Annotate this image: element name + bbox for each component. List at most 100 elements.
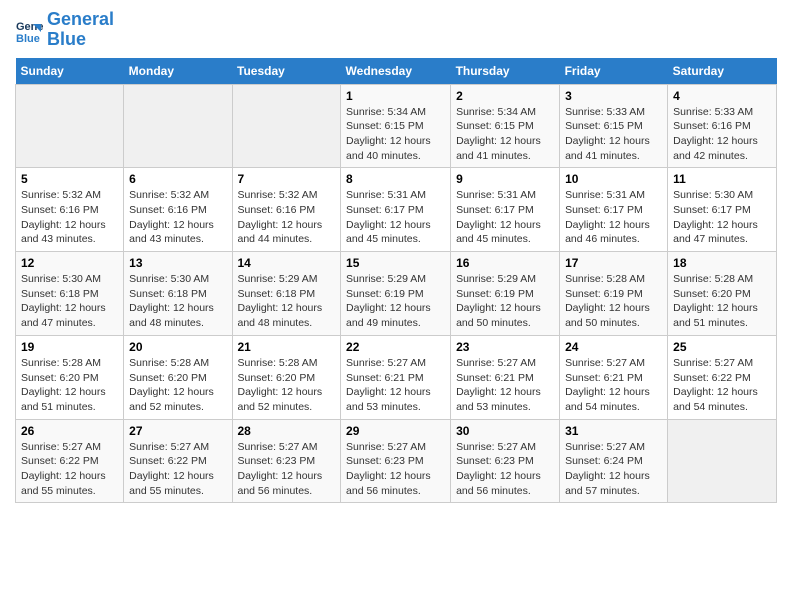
day-number: 7 <box>238 172 336 186</box>
calendar-cell: 2 Sunrise: 5:34 AM Sunset: 6:15 PM Daylig… <box>451 84 560 168</box>
calendar-cell: 14Sunrise: 5:29 AM Sunset: 6:18 PM Dayli… <box>232 252 341 336</box>
weekday-header-saturday: Saturday <box>668 58 777 85</box>
calendar-header: SundayMondayTuesdayWednesdayThursdayFrid… <box>16 58 777 85</box>
calendar-cell: 21 Sunrise: 5:28 AM Sunset: 6:20 PM Dayli… <box>232 335 341 419</box>
day-number: 30 <box>456 424 554 438</box>
day-info: Sunrise: 5:28 AM Sunset: 6:20 PM Dayligh… <box>129 356 226 415</box>
day-info: Sunrise: 5:27 AM Sunset: 6:21 PM Dayligh… <box>346 356 445 415</box>
day-number: 16 <box>456 256 554 270</box>
day-info: Sunrise: 5:31 AM Sunset: 6:17 PM Dayligh… <box>565 188 662 247</box>
calendar-cell: 10Sunrise: 5:31 AM Sunset: 6:17 PM Dayli… <box>560 168 668 252</box>
calendar-cell: 28 Sunrise: 5:27 AM Sunset: 6:23 PM Dayli… <box>232 419 341 503</box>
calendar-week-1: 1 Sunrise: 5:34 AM Sunset: 6:15 PM Daylig… <box>16 84 777 168</box>
calendar-week-3: 12 Sunrise: 5:30 AM Sunset: 6:18 PM Dayli… <box>16 252 777 336</box>
day-number: 22 <box>346 340 445 354</box>
day-info: Sunrise: 5:27 AM Sunset: 6:22 PM Dayligh… <box>21 440 118 499</box>
weekday-header-friday: Friday <box>560 58 668 85</box>
calendar-cell: 8 Sunrise: 5:31 AM Sunset: 6:17 PM Daylig… <box>341 168 451 252</box>
calendar-cell: 30Sunrise: 5:27 AM Sunset: 6:23 PM Dayli… <box>451 419 560 503</box>
day-info: Sunrise: 5:27 AM Sunset: 6:23 PM Dayligh… <box>238 440 336 499</box>
day-info: Sunrise: 5:28 AM Sunset: 6:20 PM Dayligh… <box>238 356 336 415</box>
calendar-week-2: 5 Sunrise: 5:32 AM Sunset: 6:16 PM Daylig… <box>16 168 777 252</box>
day-number: 2 <box>456 89 554 103</box>
day-number: 5 <box>21 172 118 186</box>
calendar-week-4: 19 Sunrise: 5:28 AM Sunset: 6:20 PM Dayli… <box>16 335 777 419</box>
calendar-cell: 5 Sunrise: 5:32 AM Sunset: 6:16 PM Daylig… <box>16 168 124 252</box>
logo: General Blue GeneralBlue <box>15 10 114 50</box>
day-number: 4 <box>673 89 771 103</box>
calendar-cell: 24 Sunrise: 5:27 AM Sunset: 6:21 PM Dayli… <box>560 335 668 419</box>
calendar-cell: 15 Sunrise: 5:29 AM Sunset: 6:19 PM Dayli… <box>341 252 451 336</box>
day-number: 19 <box>21 340 118 354</box>
weekday-header-thursday: Thursday <box>451 58 560 85</box>
day-info: Sunrise: 5:28 AM Sunset: 6:20 PM Dayligh… <box>21 356 118 415</box>
day-number: 31 <box>565 424 662 438</box>
day-number: 8 <box>346 172 445 186</box>
day-number: 13 <box>129 256 226 270</box>
day-number: 14 <box>238 256 336 270</box>
day-number: 18 <box>673 256 771 270</box>
calendar-cell: 23 Sunrise: 5:27 AM Sunset: 6:21 PM Dayli… <box>451 335 560 419</box>
day-number: 3 <box>565 89 662 103</box>
day-info: Sunrise: 5:30 AM Sunset: 6:18 PM Dayligh… <box>21 272 118 331</box>
calendar-cell: 1Sunrise: 5:34 AM Sunset: 6:15 PM Daylig… <box>341 84 451 168</box>
day-number: 29 <box>346 424 445 438</box>
calendar-cell: 29 Sunrise: 5:27 AM Sunset: 6:23 PM Dayli… <box>341 419 451 503</box>
svg-text:Blue: Blue <box>16 33 40 44</box>
calendar-cell: 13 Sunrise: 5:30 AM Sunset: 6:18 PM Dayli… <box>124 252 232 336</box>
day-info: Sunrise: 5:34 AM Sunset: 6:15 PM Dayligh… <box>456 105 554 164</box>
calendar-cell: 26 Sunrise: 5:27 AM Sunset: 6:22 PM Dayli… <box>16 419 124 503</box>
day-number: 25 <box>673 340 771 354</box>
day-info: Sunrise: 5:32 AM Sunset: 6:16 PM Dayligh… <box>129 188 226 247</box>
day-number: 27 <box>129 424 226 438</box>
day-info: Sunrise: 5:31 AM Sunset: 6:17 PM Dayligh… <box>346 188 445 247</box>
day-number: 21 <box>238 340 336 354</box>
page-header: General Blue GeneralBlue <box>15 10 777 50</box>
calendar-cell <box>668 419 777 503</box>
weekday-header-tuesday: Tuesday <box>232 58 341 85</box>
day-number: 28 <box>238 424 336 438</box>
day-number: 11 <box>673 172 771 186</box>
day-number: 24 <box>565 340 662 354</box>
weekday-header-monday: Monday <box>124 58 232 85</box>
calendar-cell: 20 Sunrise: 5:28 AM Sunset: 6:20 PM Dayli… <box>124 335 232 419</box>
calendar-cell: 4 Sunrise: 5:33 AM Sunset: 6:16 PM Daylig… <box>668 84 777 168</box>
day-number: 23 <box>456 340 554 354</box>
day-info: Sunrise: 5:32 AM Sunset: 6:16 PM Dayligh… <box>21 188 118 247</box>
day-info: Sunrise: 5:32 AM Sunset: 6:16 PM Dayligh… <box>238 188 336 247</box>
calendar-cell: 6Sunrise: 5:32 AM Sunset: 6:16 PM Daylig… <box>124 168 232 252</box>
day-number: 12 <box>21 256 118 270</box>
day-number: 9 <box>456 172 554 186</box>
day-number: 1 <box>346 89 445 103</box>
day-info: Sunrise: 5:30 AM Sunset: 6:17 PM Dayligh… <box>673 188 771 247</box>
calendar-cell: 27 Sunrise: 5:27 AM Sunset: 6:22 PM Dayli… <box>124 419 232 503</box>
calendar-cell: 25Sunrise: 5:27 AM Sunset: 6:22 PM Dayli… <box>668 335 777 419</box>
calendar-cell: 7 Sunrise: 5:32 AM Sunset: 6:16 PM Daylig… <box>232 168 341 252</box>
calendar-table: SundayMondayTuesdayWednesdayThursdayFrid… <box>15 58 777 504</box>
calendar-cell: 22 Sunrise: 5:27 AM Sunset: 6:21 PM Dayli… <box>341 335 451 419</box>
day-info: Sunrise: 5:27 AM Sunset: 6:24 PM Dayligh… <box>565 440 662 499</box>
calendar-cell: 19 Sunrise: 5:28 AM Sunset: 6:20 PM Dayli… <box>16 335 124 419</box>
day-info: Sunrise: 5:33 AM Sunset: 6:16 PM Dayligh… <box>673 105 771 164</box>
day-number: 26 <box>21 424 118 438</box>
logo-text: GeneralBlue <box>47 10 114 50</box>
day-number: 15 <box>346 256 445 270</box>
calendar-cell <box>124 84 232 168</box>
day-info: Sunrise: 5:31 AM Sunset: 6:17 PM Dayligh… <box>456 188 554 247</box>
day-info: Sunrise: 5:29 AM Sunset: 6:19 PM Dayligh… <box>346 272 445 331</box>
calendar-week-5: 26 Sunrise: 5:27 AM Sunset: 6:22 PM Dayli… <box>16 419 777 503</box>
weekday-header-wednesday: Wednesday <box>341 58 451 85</box>
calendar-cell: 16Sunrise: 5:29 AM Sunset: 6:19 PM Dayli… <box>451 252 560 336</box>
calendar-cell <box>16 84 124 168</box>
calendar-cell <box>232 84 341 168</box>
calendar-cell: 17Sunrise: 5:28 AM Sunset: 6:19 PM Dayli… <box>560 252 668 336</box>
day-info: Sunrise: 5:28 AM Sunset: 6:19 PM Dayligh… <box>565 272 662 331</box>
day-info: Sunrise: 5:27 AM Sunset: 6:21 PM Dayligh… <box>565 356 662 415</box>
day-info: Sunrise: 5:27 AM Sunset: 6:22 PM Dayligh… <box>129 440 226 499</box>
day-number: 20 <box>129 340 226 354</box>
day-info: Sunrise: 5:27 AM Sunset: 6:21 PM Dayligh… <box>456 356 554 415</box>
day-info: Sunrise: 5:27 AM Sunset: 6:23 PM Dayligh… <box>346 440 445 499</box>
day-info: Sunrise: 5:33 AM Sunset: 6:15 PM Dayligh… <box>565 105 662 164</box>
calendar-cell: 3 Sunrise: 5:33 AM Sunset: 6:15 PM Daylig… <box>560 84 668 168</box>
day-info: Sunrise: 5:30 AM Sunset: 6:18 PM Dayligh… <box>129 272 226 331</box>
